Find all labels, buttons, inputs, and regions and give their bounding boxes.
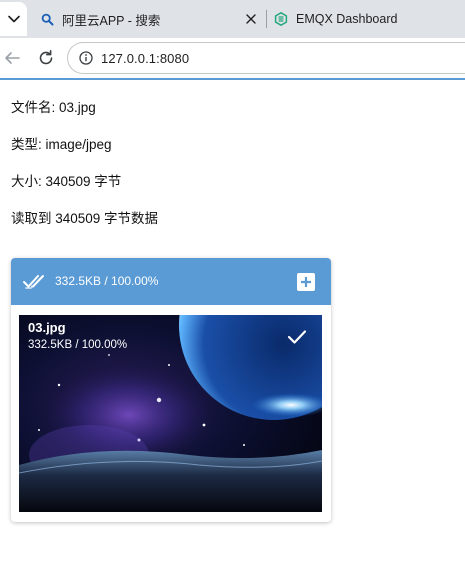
search-icon [40, 12, 54, 26]
double-check-icon [23, 275, 44, 289]
tab-divider [266, 10, 267, 28]
filename-text: 文件名: 03.jpg [11, 100, 96, 115]
arrow-left-icon [5, 52, 20, 64]
browser-toolbar: 127.0.0.1:8080 [0, 38, 465, 78]
plus-icon [301, 277, 311, 287]
tab-aliyun-search[interactable]: 阿里云APP - 搜索 [40, 0, 240, 38]
filesize-text: 大小: 340509 字节 [11, 174, 122, 189]
toolbar-divider [0, 78, 465, 80]
add-file-button[interactable] [297, 273, 315, 291]
check-icon [287, 330, 307, 344]
reload-button[interactable] [36, 48, 56, 68]
read-bytes-text: 读取到 340509 字节数据 [11, 211, 159, 226]
address-bar[interactable]: 127.0.0.1:8080 [67, 42, 465, 74]
tab-label: EMQX Dashboard [296, 12, 398, 26]
upload-card-header: 332.5KB / 100.00% [11, 258, 331, 305]
chevron-down-icon [7, 15, 20, 23]
reload-icon [39, 50, 53, 65]
back-button[interactable] [2, 48, 22, 68]
tab-label: 阿里云APP - 搜索 [62, 13, 161, 28]
file-name: 03.jpg [28, 320, 66, 335]
info-icon[interactable] [79, 51, 93, 65]
close-tab-button[interactable] [243, 11, 259, 27]
emqx-logo-icon [274, 12, 288, 26]
tab-strip: 阿里云APP - 搜索 EMQX Dashboard [0, 0, 465, 38]
upload-card: 332.5KB / 100.00% 03.jpg 332.5KB / 100.0… [11, 258, 331, 522]
file-progress-text: 332.5KB / 100.00% [28, 339, 128, 351]
filetype-text: 类型: image/jpeg [11, 137, 112, 152]
url-text[interactable]: 127.0.0.1:8080 [101, 51, 189, 66]
tab-search-button[interactable] [0, 2, 27, 36]
tab-emqx-dashboard[interactable]: EMQX Dashboard [274, 0, 465, 38]
close-icon [246, 14, 256, 24]
file-thumbnail[interactable]: 03.jpg 332.5KB / 100.00% [19, 315, 322, 512]
upload-summary: 332.5KB / 100.00% [55, 274, 159, 288]
